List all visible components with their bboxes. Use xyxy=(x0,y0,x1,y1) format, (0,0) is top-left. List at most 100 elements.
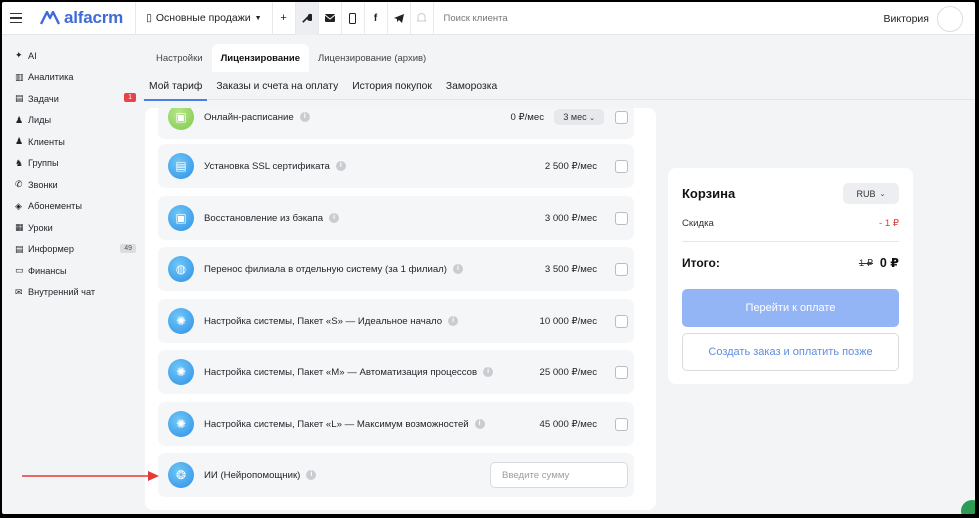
service-checkbox[interactable] xyxy=(615,211,628,225)
tab-licensing-archive[interactable]: Лицензирование (архив) xyxy=(309,44,435,72)
info-icon[interactable]: i xyxy=(448,316,459,326)
building-icon: ▯ xyxy=(146,12,152,24)
info-icon[interactable]: i xyxy=(306,470,317,480)
cart-panel: Корзина RUB ⌄ Скидка - 1 ₽ Итого: 1 ₽ 0 ₽… xyxy=(668,168,913,384)
sidebar-item-subscriptions[interactable]: ◈ Абонементы xyxy=(2,196,142,218)
sidebar-item-tasks[interactable]: ▤ Задачи 1 xyxy=(2,88,142,110)
sidebar-item-clients[interactable]: ♟ Клиенты xyxy=(2,131,142,153)
sidebar-item-ai[interactable]: ✦ AI xyxy=(2,45,142,67)
service-checkbox[interactable] xyxy=(615,314,628,328)
sub-tabs: Мой тариф Заказы и счета на оплату Истор… xyxy=(142,74,975,101)
facebook-icon[interactable]: f xyxy=(365,2,388,35)
info-icon[interactable]: i xyxy=(452,264,463,274)
tab-freeze[interactable]: Заморозка xyxy=(439,74,504,100)
period-value: 3 мес xyxy=(563,112,587,122)
info-icon[interactable]: i xyxy=(329,213,340,223)
sidebar-item-informer[interactable]: ▤ Информер 49 xyxy=(2,239,142,261)
chevron-down-icon: ▼ xyxy=(254,14,262,22)
list-item: ✺ Настройка системы, Пакет «L» — Максиму… xyxy=(158,402,634,446)
service-label-wrap: Настройка системы, Пакет «S» — Идеальное… xyxy=(204,316,459,327)
mail-icon: ✉ xyxy=(15,286,23,297)
list-item: ▣ Онлайн-расписание i 0 ₽/мес 3 мес ⌄ xyxy=(158,108,634,139)
service-checkbox[interactable] xyxy=(615,365,628,379)
clipboard-icon: ▤ xyxy=(15,93,24,104)
service-label-wrap: Настройка системы, Пакет «L» — Максимум … xyxy=(204,419,485,430)
phone-icon[interactable] xyxy=(342,2,365,35)
list-item: ▤ Установка SSL сертификата i 2 500 ₽/мес xyxy=(158,144,634,188)
chevron-down-icon: ⌄ xyxy=(879,190,886,198)
brain-icon: ❂ xyxy=(168,462,194,488)
sidebar-item-label: Задачи xyxy=(28,93,59,104)
sidebar-item-label: AI xyxy=(28,50,37,61)
tab-settings[interactable]: Настройки xyxy=(147,44,212,72)
tab-purchase-history[interactable]: История покупок xyxy=(345,74,439,100)
service-label: Установка SSL сертификата xyxy=(204,160,330,172)
menu-icon[interactable] xyxy=(2,2,30,35)
info-icon[interactable]: i xyxy=(474,419,485,429)
tab-licensing[interactable]: Лицензирование xyxy=(211,44,309,72)
service-checkbox[interactable] xyxy=(615,262,628,276)
sidebar-item-analytics[interactable]: ▥ Аналитика xyxy=(2,67,142,89)
sidebar: ✦ AI ▥ Аналитика ▤ Задачи 1 ♟ Лиды ♟ Клиенты ♞… xyxy=(2,36,142,514)
bell-icon[interactable] xyxy=(411,2,434,35)
sidebar-item-leads[interactable]: ♟ Лиды xyxy=(2,110,142,132)
logo[interactable]: alfacrm xyxy=(30,2,137,35)
sidebar-item-groups[interactable]: ♞ Группы xyxy=(2,153,142,175)
phone-icon: ✆ xyxy=(15,179,23,190)
informer-count-badge: 49 xyxy=(120,243,136,253)
wrench-icon[interactable] xyxy=(295,2,319,35)
sidebar-item-label: Клиенты xyxy=(28,136,65,147)
list-item: ▣ Восстановление из бэкапа i 3 000 ₽/мес xyxy=(158,196,634,240)
person-icon: ♟ xyxy=(15,136,24,147)
tab-orders-invoices[interactable]: Заказы и счета на оплату xyxy=(209,74,345,100)
create-order-pay-later-button[interactable]: Создать заказ и оплатить позже xyxy=(682,333,899,371)
info-icon[interactable]: i xyxy=(483,367,494,377)
sidebar-item-label: Уроки xyxy=(28,222,53,233)
service-label-wrap: Настройка системы, Пакет «M» — Автоматиз… xyxy=(204,366,494,378)
gear-icon: ✺ xyxy=(168,308,194,334)
service-label: Настройка системы, Пакет «M» — Автоматиз… xyxy=(204,366,478,378)
service-checkbox[interactable] xyxy=(615,110,628,124)
list-item: ❂ ИИ (Нейропомощник) i xyxy=(158,453,634,497)
sidebar-item-label: Группы xyxy=(28,158,59,169)
service-label: Перенос филиала в отдельную систему (за … xyxy=(204,263,447,275)
logo-mark-icon xyxy=(40,11,60,25)
branch-selector[interactable]: ▯ Основные продажи ▼ xyxy=(136,2,273,35)
info-icon[interactable]: i xyxy=(335,161,346,171)
sidebar-item-calls[interactable]: ✆ Звонки xyxy=(2,174,142,196)
ai-amount-input[interactable] xyxy=(490,462,628,488)
mail-icon[interactable] xyxy=(319,2,342,35)
sidebar-item-label: Информер xyxy=(28,244,74,255)
total-old-value: 1 ₽ xyxy=(858,258,873,269)
client-search-input[interactable]: Поиск клиента xyxy=(434,13,508,24)
service-label: ИИ (Нейропомощник) xyxy=(204,469,301,481)
sidebar-item-finance[interactable]: ▭ Финансы xyxy=(2,260,142,282)
service-checkbox[interactable] xyxy=(615,417,628,431)
support-chat-icon[interactable] xyxy=(961,500,975,514)
chart-icon: ▥ xyxy=(15,71,24,82)
go-to-payment-button[interactable]: Перейти к оплате xyxy=(682,289,899,327)
archive-icon: ▣ xyxy=(168,205,194,231)
user-menu[interactable]: Виктория xyxy=(883,2,963,35)
gift-icon: ▣ xyxy=(168,108,194,130)
info-icon[interactable]: i xyxy=(299,112,310,122)
currency-value: RUB xyxy=(856,188,876,199)
gear-icon: ✺ xyxy=(168,359,194,385)
service-label-wrap: Установка SSL сертификата i xyxy=(204,161,346,172)
sidebar-item-internal-chat[interactable]: ✉ Внутренний чат xyxy=(2,282,142,304)
service-checkbox[interactable] xyxy=(615,159,628,173)
period-select[interactable]: 3 мес ⌄ xyxy=(554,109,604,125)
user-name: Виктория xyxy=(883,12,929,25)
logo-text: alfacrm xyxy=(64,8,124,27)
avatar[interactable] xyxy=(937,5,963,32)
service-price: 10 000 ₽/мес xyxy=(539,315,597,327)
currency-select[interactable]: RUB ⌄ xyxy=(843,183,899,204)
globe-icon: ◍ xyxy=(168,256,194,282)
service-label-wrap: Онлайн-расписание i xyxy=(204,112,310,123)
service-label: Восстановление из бэкапа xyxy=(204,212,324,224)
telegram-icon[interactable] xyxy=(388,2,411,35)
app-window: alfacrm ▯ Основные продажи ▼ + f Поиск к… xyxy=(2,2,975,514)
sidebar-item-lessons[interactable]: ▦ Уроки xyxy=(2,217,142,239)
plus-icon[interactable]: + xyxy=(273,2,296,35)
tab-my-plan[interactable]: Мой тариф xyxy=(142,74,209,101)
